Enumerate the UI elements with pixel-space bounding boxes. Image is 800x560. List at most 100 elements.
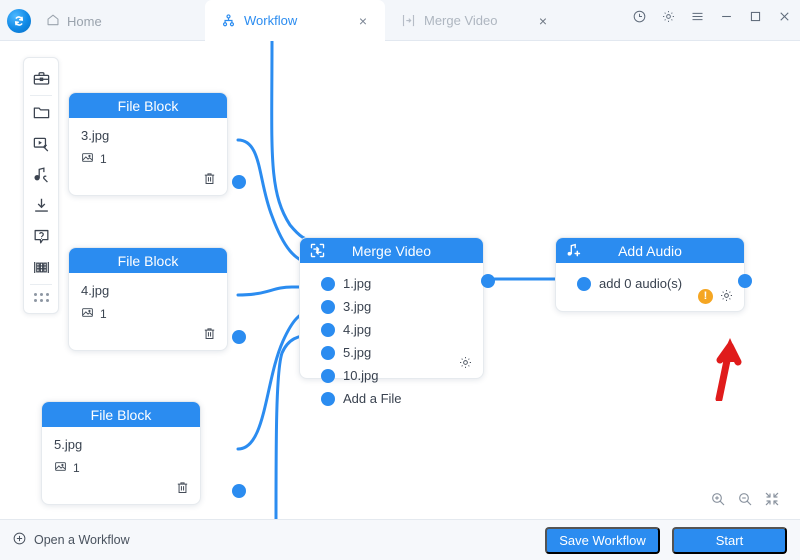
file-block-count-value: 1 <box>100 307 107 321</box>
input-port[interactable] <box>321 276 335 291</box>
file-block-title: File Block <box>90 406 152 423</box>
merge-add-file-label: Add a File <box>343 391 402 406</box>
delete-icon[interactable] <box>202 326 217 341</box>
tab-workflow[interactable]: Workflow × <box>205 0 385 41</box>
tab-workflow-label: Workflow <box>244 13 298 28</box>
workflow-canvas[interactable]: File Block 3.jpg 1 File Block 4.jpg 1 Fi… <box>0 41 800 519</box>
zoom-in-icon[interactable] <box>710 491 726 507</box>
file-block-title: File Block <box>117 252 179 269</box>
merge-port-label: 3.jpg <box>343 299 372 314</box>
home-icon <box>46 13 60 30</box>
merge-port-row[interactable]: 3.jpg <box>300 295 483 318</box>
drag-handle-icon[interactable] <box>26 286 56 308</box>
open-workflow-button[interactable]: Open a Workflow <box>12 531 130 549</box>
delete-icon[interactable] <box>175 480 190 495</box>
file-block-node[interactable]: File Block 3.jpg 1 <box>68 92 246 196</box>
action-buttons: Save Workflow Start <box>545 526 787 554</box>
merge-port-label: 1.jpg <box>343 276 372 291</box>
fit-screen-icon[interactable] <box>764 491 780 507</box>
file-block-body: 3.jpg 1 <box>69 118 227 195</box>
tool-divider <box>30 95 52 96</box>
tab-merge-video-label: Merge Video <box>424 13 498 28</box>
merge-port-row[interactable]: 5.jpg <box>300 341 483 364</box>
input-port[interactable] <box>321 299 335 314</box>
annotation-arrow-icon <box>715 338 742 401</box>
gear-icon[interactable] <box>458 355 473 370</box>
file-block-filename: 5.jpg <box>54 437 83 452</box>
start-button[interactable]: Start <box>672 526 787 554</box>
input-port[interactable] <box>577 276 591 291</box>
output-port[interactable] <box>232 175 246 189</box>
file-block-count: 1 <box>81 151 227 167</box>
file-block-node[interactable]: File Block 5.jpg 1 <box>41 401 246 505</box>
app-logo-swirl-icon <box>7 9 31 33</box>
output-port[interactable] <box>232 330 246 344</box>
settings-gear-icon[interactable] <box>660 8 676 24</box>
merge-add-file-row[interactable]: Add a File <box>300 387 483 410</box>
merge-port-row[interactable]: 10.jpg <box>300 364 483 387</box>
add-audio-port-row[interactable]: add 0 audio(s) <box>556 272 744 295</box>
merge-video-icon <box>309 242 326 259</box>
window-controls <box>631 8 792 24</box>
folder-icon[interactable] <box>26 97 56 128</box>
zoom-out-icon[interactable] <box>737 491 753 507</box>
status-badge[interactable]: ! <box>698 289 713 304</box>
home-label: Home <box>67 13 102 29</box>
tab-workflow-close-icon[interactable]: × <box>355 13 371 29</box>
audio-tools-icon[interactable] <box>26 159 56 190</box>
image-icon <box>81 306 94 322</box>
workflow-icon <box>221 13 236 28</box>
file-block-node[interactable]: File Block 4.jpg 1 <box>68 247 246 351</box>
input-port[interactable] <box>321 345 335 360</box>
add-audio-port-label: add 0 audio(s) <box>599 276 683 291</box>
video-tools-icon[interactable] <box>26 128 56 159</box>
gear-icon[interactable] <box>719 288 734 303</box>
tab-bar: Workflow × Merge Video × <box>205 0 565 41</box>
merge-port-row[interactable]: 4.jpg <box>300 318 483 341</box>
merge-video-body: 1.jpg 3.jpg 4.jpg 5.jpg 10.jpg Add a Fil… <box>300 263 483 406</box>
open-workflow-label: Open a Workflow <box>34 533 130 547</box>
image-icon <box>81 151 94 167</box>
add-audio-title: Add Audio <box>618 242 682 259</box>
tab-merge-video-close-icon[interactable]: × <box>535 13 551 29</box>
home-button[interactable]: Home <box>46 9 102 33</box>
input-port[interactable] <box>321 368 335 383</box>
file-block-filename: 4.jpg <box>81 283 110 298</box>
image-icon <box>54 460 67 476</box>
app-window: Home Workflow × Merge Video × File Block… <box>0 0 800 560</box>
save-workflow-button[interactable]: Save Workflow <box>545 526 660 554</box>
merge-port-row[interactable]: 1.jpg <box>300 272 483 295</box>
file-block-count-value: 1 <box>73 461 80 475</box>
file-block-count-value: 1 <box>100 152 107 166</box>
merge-video-icon <box>401 13 416 28</box>
output-port[interactable] <box>481 274 495 288</box>
tracks-icon[interactable] <box>26 252 56 283</box>
plus-circle-icon <box>12 531 27 549</box>
history-icon[interactable] <box>631 8 647 24</box>
file-block-count: 1 <box>54 460 200 476</box>
add-audio-header: Add Audio <box>556 238 744 263</box>
merge-video-node[interactable]: Merge Video 1.jpg 3.jpg 4.jpg 5.jpg 10.j… <box>299 237 495 406</box>
add-audio-node[interactable]: Add Audio add 0 audio(s) ! <box>555 237 752 312</box>
input-port[interactable] <box>321 322 335 337</box>
zoom-controls <box>710 491 780 507</box>
delete-icon[interactable] <box>202 171 217 186</box>
tab-merge-video[interactable]: Merge Video × <box>385 0 565 41</box>
maximize-icon[interactable] <box>747 8 763 24</box>
file-block-count: 1 <box>81 306 227 322</box>
download-icon[interactable] <box>26 190 56 221</box>
merge-port-label: 5.jpg <box>343 345 372 360</box>
add-file-port[interactable] <box>321 391 335 406</box>
bottom-bar: Open a Workflow Save Workflow Start <box>0 519 800 560</box>
output-port[interactable] <box>738 274 752 288</box>
file-block-header: File Block <box>69 93 227 118</box>
toolbox-icon[interactable] <box>26 63 56 94</box>
help-icon[interactable] <box>26 221 56 252</box>
minimize-icon[interactable] <box>718 8 734 24</box>
close-icon[interactable] <box>776 8 792 24</box>
merge-video-title: Merge Video <box>351 242 432 259</box>
output-port[interactable] <box>232 484 246 498</box>
file-block-body: 4.jpg 1 <box>69 273 227 350</box>
title-bar: Home Workflow × Merge Video × <box>0 0 800 41</box>
menu-icon[interactable] <box>689 8 705 24</box>
